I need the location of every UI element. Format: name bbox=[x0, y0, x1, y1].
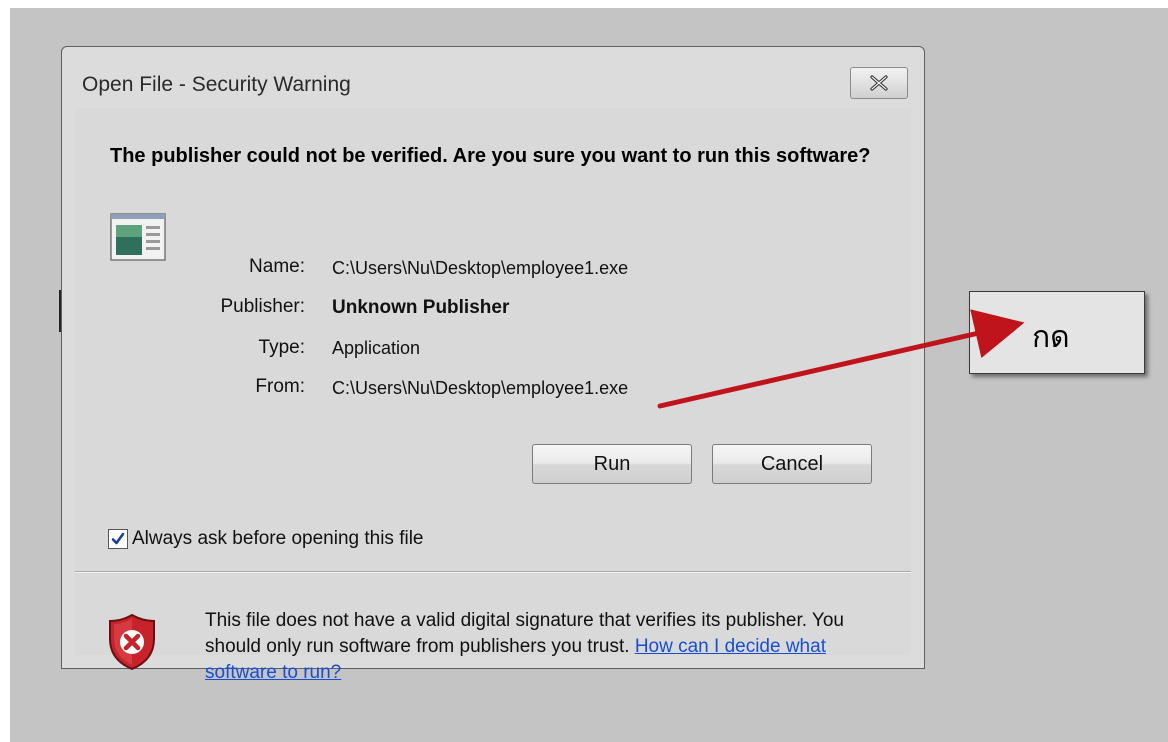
name-value: C:\Users\Nu\Desktop\employee1.exe bbox=[332, 258, 629, 278]
checkmark-icon bbox=[111, 532, 125, 545]
always-ask-label: Always ask before opening this file bbox=[132, 528, 424, 549]
close-button[interactable] bbox=[850, 67, 908, 99]
cancel-button[interactable]: Cancel bbox=[712, 444, 872, 484]
from-label: From: bbox=[255, 376, 305, 397]
name-label: Name: bbox=[249, 256, 305, 277]
security-warning-dialog: Open File - Security Warning The publish… bbox=[61, 46, 925, 683]
callout-text: กด bbox=[1032, 320, 1070, 355]
always-ask-checkbox[interactable] bbox=[108, 529, 128, 549]
application-file-icon bbox=[110, 213, 166, 261]
type-value: Application bbox=[332, 338, 421, 358]
publisher-label: Publisher: bbox=[220, 296, 306, 317]
window-title: Open File - Security Warning bbox=[82, 73, 351, 96]
divider bbox=[75, 571, 911, 573]
signature-warning: This file does not have a valid digital … bbox=[205, 608, 895, 686]
always-ask-option[interactable]: Always ask before opening this file bbox=[108, 526, 424, 552]
publisher-value: Unknown Publisher bbox=[332, 297, 510, 318]
from-value: C:\Users\Nu\Desktop\employee1.exe bbox=[332, 378, 629, 398]
dialog-content: The publisher could not be verified. Are… bbox=[75, 108, 911, 683]
close-icon bbox=[870, 75, 888, 91]
headline-question: The publisher could not be verified. Are… bbox=[110, 145, 871, 167]
instruction-callout: กด bbox=[969, 291, 1145, 374]
type-label: Type: bbox=[258, 337, 305, 358]
run-button[interactable]: Run bbox=[532, 444, 692, 484]
title-bar[interactable]: Open File - Security Warning bbox=[62, 47, 924, 107]
security-shield-icon bbox=[109, 613, 155, 671]
